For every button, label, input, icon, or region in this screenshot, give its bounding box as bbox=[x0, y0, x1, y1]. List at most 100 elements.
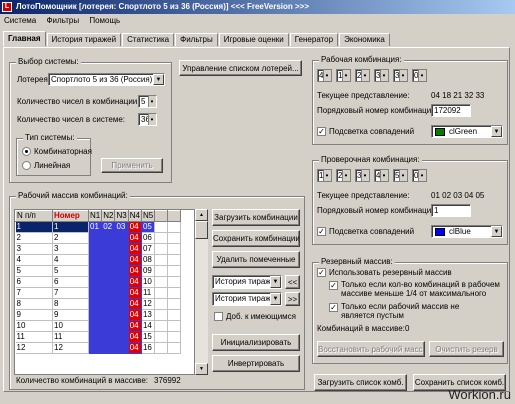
numbers-stepper[interactable]: 36 bbox=[138, 113, 157, 126]
col-number[interactable]: Номер bbox=[52, 210, 89, 222]
table-row[interactable]: 3 3 04 07 bbox=[15, 243, 182, 255]
manage-lotteries-button[interactable]: Управление списком лотерей... bbox=[179, 60, 302, 76]
table-row[interactable]: 2 2 04 06 bbox=[15, 232, 182, 244]
combo-number-3[interactable]: 3 bbox=[355, 169, 370, 182]
table-row[interactable]: 1 1 01 02 03 04 05 bbox=[15, 221, 182, 233]
combo-number-1[interactable]: 1 bbox=[317, 169, 332, 182]
table-row[interactable]: 10 10 04 14 bbox=[15, 320, 182, 332]
combo-number-4[interactable]: 4 bbox=[374, 169, 389, 182]
spin-arrows-icon[interactable] bbox=[399, 69, 407, 81]
col-n3[interactable]: N3 bbox=[114, 210, 129, 222]
spin-arrows-icon[interactable] bbox=[361, 169, 369, 181]
spin-arrows-icon[interactable] bbox=[148, 114, 156, 125]
only-if-empty-checkbox[interactable]: ✓ bbox=[329, 303, 338, 312]
delete-marked-button[interactable]: Удалить помеченные bbox=[212, 251, 300, 268]
table-row[interactable]: 5 5 04 09 bbox=[15, 265, 182, 277]
col-n1[interactable]: N1 bbox=[87, 210, 103, 222]
menu-help[interactable]: Помощь bbox=[85, 14, 124, 27]
chevron-down-icon[interactable]: ▼ bbox=[270, 293, 281, 305]
chevron-down-icon[interactable]: ▼ bbox=[491, 126, 502, 137]
table-cell bbox=[114, 331, 129, 343]
combo-radio[interactable] bbox=[22, 147, 31, 156]
spin-arrows-icon[interactable] bbox=[323, 69, 331, 81]
tab-generator[interactable]: Генератор bbox=[289, 33, 339, 46]
table-row[interactable]: 8 8 04 12 bbox=[15, 298, 182, 310]
spin-arrows-icon[interactable] bbox=[342, 69, 350, 81]
history-select-2[interactable]: История тиражей ▼ bbox=[212, 292, 282, 306]
spin-arrows-icon[interactable] bbox=[418, 169, 426, 181]
save-combinations-button[interactable]: Сохранить комбинации bbox=[212, 230, 300, 247]
lottery-select[interactable]: Спортлото 5 из 36 (Россия) ▼ bbox=[48, 73, 165, 86]
combo-number-6[interactable]: 0 bbox=[412, 69, 427, 82]
spin-arrows-icon[interactable] bbox=[148, 96, 156, 107]
combo-number-5[interactable]: 5 bbox=[393, 169, 408, 182]
restore-array-button[interactable]: Восстановить рабочий массив bbox=[317, 341, 425, 357]
table-cell: 7 bbox=[15, 287, 53, 299]
linear-radio[interactable] bbox=[22, 161, 31, 170]
count-stepper[interactable]: 5 bbox=[138, 95, 157, 108]
use-reserve-checkbox[interactable]: ✓ bbox=[317, 268, 326, 277]
col-n4[interactable]: N4 bbox=[127, 210, 142, 222]
history-select-1[interactable]: История тиражей ▼ bbox=[212, 275, 282, 289]
table-row[interactable]: 4 4 04 08 bbox=[15, 254, 182, 266]
tab-filters[interactable]: Фильтры bbox=[175, 33, 218, 46]
combo-number-3[interactable]: 21 bbox=[355, 69, 370, 82]
table-cell: 04 bbox=[128, 287, 142, 299]
only-if-less-checkbox[interactable]: ✓ bbox=[329, 281, 338, 290]
table-row[interactable]: 6 6 04 10 bbox=[15, 276, 182, 288]
col-n2[interactable]: N2 bbox=[101, 210, 116, 222]
spin-arrows-icon[interactable] bbox=[380, 69, 388, 81]
table-row[interactable]: 7 7 04 11 bbox=[15, 287, 182, 299]
combo-number-6[interactable]: 0 bbox=[412, 169, 427, 182]
chevron-down-icon[interactable]: ▼ bbox=[153, 74, 164, 85]
table-cell-empty bbox=[154, 276, 169, 288]
apply-button[interactable]: Применить bbox=[101, 158, 163, 173]
spin-arrows-icon[interactable] bbox=[380, 169, 388, 181]
check-highlight-checkbox[interactable]: ✓ bbox=[317, 227, 326, 236]
table-row[interactable]: 12 12 04 16 bbox=[15, 342, 182, 354]
combo-number-2[interactable]: 18 bbox=[336, 69, 351, 82]
spin-arrows-icon[interactable] bbox=[323, 169, 331, 181]
spin-arrows-icon[interactable] bbox=[399, 169, 407, 181]
tab-statistics[interactable]: Статистика bbox=[122, 33, 175, 46]
spin-arrows-icon[interactable] bbox=[342, 169, 350, 181]
check-color-select[interactable]: clBlue ▼ bbox=[431, 225, 503, 238]
scroll-thumb[interactable] bbox=[195, 221, 208, 239]
menu-filters[interactable]: Фильтры bbox=[42, 14, 83, 27]
table-scrollbar[interactable]: ▲ ▼ bbox=[195, 209, 208, 375]
chevron-down-icon[interactable]: ▼ bbox=[270, 276, 281, 288]
table-row[interactable]: 9 9 04 13 bbox=[15, 309, 182, 321]
prev-button[interactable]: << bbox=[285, 275, 300, 289]
combinations-table[interactable]: N п/п Номер N1 N2 N3 N4 N5 1 1 01 02 03 04 05 2… bbox=[14, 209, 195, 375]
col-index[interactable]: N п/п bbox=[15, 210, 53, 222]
load-combinations-button[interactable]: Загрузить комбинации bbox=[212, 209, 300, 226]
scroll-down-icon[interactable]: ▼ bbox=[195, 363, 208, 375]
scroll-up-icon[interactable]: ▲ bbox=[195, 209, 208, 221]
chevron-down-icon[interactable]: ▼ bbox=[491, 226, 502, 237]
work-color-select[interactable]: clGreen ▼ bbox=[431, 125, 503, 138]
tab-main[interactable]: Главная bbox=[3, 31, 46, 46]
invert-button[interactable]: Инвертировать bbox=[212, 355, 300, 372]
clear-reserve-button[interactable]: Очистить резерв bbox=[429, 341, 504, 357]
table-cell-empty bbox=[167, 276, 182, 288]
add-existing-checkbox[interactable] bbox=[214, 312, 223, 321]
load-list-button[interactable]: Загрузить список комб. bbox=[314, 374, 407, 391]
table-cell bbox=[88, 331, 103, 343]
work-index-input[interactable]: 172092 bbox=[431, 104, 471, 117]
next-button[interactable]: >> bbox=[285, 292, 300, 306]
combo-number-5[interactable]: 33 bbox=[393, 69, 408, 82]
combo-number-1[interactable]: 4 bbox=[317, 69, 332, 82]
spin-arrows-icon[interactable] bbox=[418, 69, 426, 81]
initialize-button[interactable]: Инициализировать bbox=[212, 334, 300, 351]
menu-system[interactable]: Система bbox=[0, 14, 40, 27]
check-index-input[interactable]: 1 bbox=[431, 204, 471, 217]
combo-number-4[interactable]: 32 bbox=[374, 69, 389, 82]
col-n5[interactable]: N5 bbox=[140, 210, 156, 222]
combo-number-2[interactable]: 2 bbox=[336, 169, 351, 182]
work-highlight-checkbox[interactable]: ✓ bbox=[317, 127, 326, 136]
tab-economy[interactable]: Экономика bbox=[339, 33, 390, 46]
tab-game-scores[interactable]: Игровые оценки bbox=[218, 33, 289, 46]
tab-history[interactable]: История тиражей bbox=[46, 33, 122, 46]
spin-arrows-icon[interactable] bbox=[361, 69, 369, 81]
table-row[interactable]: 11 11 04 15 bbox=[15, 331, 182, 343]
